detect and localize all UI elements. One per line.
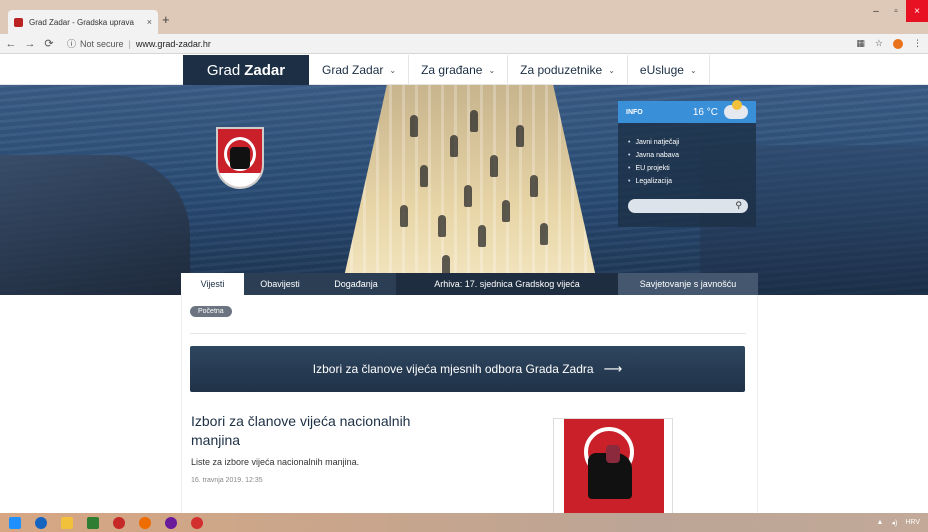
info-link[interactable]: Legalizacija: [628, 178, 756, 185]
divider: [190, 333, 746, 334]
forward-arrow-icon[interactable]: →: [22, 38, 38, 50]
menu-item-label: Grad Zadar: [322, 63, 384, 77]
election-banner[interactable]: Izbori za članove vijeća mjesnih odbora …: [190, 346, 745, 392]
web-page: Grad Zadar Grad Zadar ⌄ Za građane ⌄ Za …: [0, 55, 928, 513]
info-link[interactable]: Javni natječaji: [628, 139, 756, 146]
tab-vijesti[interactable]: Vijesti: [181, 273, 244, 295]
close-window-button[interactable]: ×: [906, 0, 928, 22]
menu-item-za-poduzetnike[interactable]: Za poduzetnike ⌄: [508, 55, 628, 85]
chevron-down-icon: ⌄: [488, 65, 496, 75]
temperature: 16 °C: [692, 106, 718, 118]
browser-toolbar-right: ▦ ☆ ⋮: [856, 38, 922, 49]
chevron-down-icon: ⌄: [689, 65, 697, 75]
info-icon[interactable]: ⓘ: [67, 37, 76, 50]
translate-icon[interactable]: ▦: [856, 38, 865, 49]
news-tabs: Vijesti Obavijesti Događanja Arhiva: 17.…: [181, 273, 758, 295]
tab-arhiva[interactable]: Arhiva: 17. sjednica Gradskog vijeća: [396, 273, 618, 295]
site-brand[interactable]: Grad Zadar: [183, 55, 309, 85]
tab-obavijesti[interactable]: Obavijesti: [244, 273, 316, 295]
article-title[interactable]: Izbori za članove vijeća nacionalnih man…: [191, 412, 431, 450]
info-link[interactable]: EU projekti: [628, 165, 756, 172]
hero-image: INFO 16 °C Javni natječaji Javna nabava …: [0, 85, 928, 295]
article-image-coat-of-arms[interactable]: [553, 418, 673, 513]
extension-icon[interactable]: [893, 38, 903, 49]
edge-icon[interactable]: [30, 515, 52, 530]
tab-title: Grad Zadar - Gradska uprava: [29, 17, 134, 27]
menu-item-za-gradane[interactable]: Za građane ⌄: [409, 55, 509, 85]
site-search-input[interactable]: ⚲: [628, 199, 748, 213]
coat-of-arms-logo[interactable]: [216, 127, 264, 189]
arrow-right-icon: ⟶: [603, 361, 623, 376]
menu-dots-icon[interactable]: ⋮: [913, 38, 922, 49]
volume-icon[interactable]: ◂): [891, 519, 897, 527]
site-favicon-icon: [14, 17, 23, 27]
article-summary: Liste za izbore vijeća nacionalnih manji…: [191, 457, 360, 467]
banner-text: Izbori za članove vijeća mjesnih odbora …: [312, 362, 594, 376]
menu-item-label: Za poduzetnike: [520, 63, 603, 77]
menu-item-label: Za građane: [421, 63, 483, 77]
bookmark-star-icon[interactable]: ☆: [875, 38, 883, 49]
main-content: Početna Izbori za članove vijeća mjesnih…: [181, 295, 758, 513]
network-icon[interactable]: ▲: [877, 519, 884, 526]
menu-item-eusluge[interactable]: eUsluge ⌄: [628, 55, 710, 85]
brand-bold: Zadar: [244, 61, 286, 79]
app-icon[interactable]: [134, 515, 156, 530]
search-icon[interactable]: ⚲: [735, 200, 742, 211]
article-date: 16. travnja 2019. 12:35: [191, 477, 263, 484]
file-explorer-icon[interactable]: [56, 515, 78, 530]
opera-icon[interactable]: [108, 515, 130, 530]
store-icon[interactable]: [82, 515, 104, 530]
chrome-alt-icon[interactable]: [160, 515, 182, 530]
windows-start-icon[interactable]: [4, 515, 26, 530]
crowd-illustration: [380, 105, 560, 277]
info-link[interactable]: Javna nabava: [628, 152, 756, 159]
menu-item-label: eUsluge: [639, 63, 684, 77]
window-controls: – ▫ ×: [866, 0, 928, 22]
menu-item-grad-zadar[interactable]: Grad Zadar ⌄: [310, 55, 410, 85]
maximize-button[interactable]: ▫: [886, 0, 906, 22]
minimize-button[interactable]: –: [866, 0, 886, 22]
system-tray: ▲ ◂) HRV: [877, 519, 920, 527]
windows-taskbar: ▲ ◂) HRV: [0, 513, 928, 532]
tab-dogadanja[interactable]: Događanja: [316, 273, 396, 295]
weather-cloud-sun-icon: [724, 100, 748, 119]
chevron-down-icon: ⌄: [389, 65, 397, 75]
browser-tab[interactable]: Grad Zadar - Gradska uprava ×: [8, 10, 158, 34]
url-field[interactable]: ⓘ Not secure | www.grad-zadar.hr: [67, 37, 211, 50]
chevron-down-icon: ⌄: [608, 65, 615, 75]
info-header: INFO 16 °C: [618, 100, 756, 123]
security-label: Not secure: [80, 38, 124, 49]
info-links: Javni natječaji Javna nabava EU projekti…: [618, 123, 756, 185]
breadcrumb[interactable]: Početna: [190, 306, 232, 317]
main-menu: Grad Zadar ⌄ Za građane ⌄ Za poduzetnike…: [310, 55, 710, 85]
info-title: INFO: [626, 108, 643, 116]
reload-icon[interactable]: ⟳: [41, 37, 57, 50]
url-host[interactable]: www.grad-zadar.hr: [136, 39, 211, 49]
browser-tab-bar: Grad Zadar - Gradska uprava × + – ▫ ×: [0, 0, 928, 34]
tab-close-icon[interactable]: ×: [147, 17, 152, 27]
new-tab-button[interactable]: +: [162, 12, 170, 27]
chrome-icon[interactable]: [186, 515, 208, 530]
tab-savjetovanje[interactable]: Savjetovanje s javnošću: [618, 273, 758, 295]
language-indicator[interactable]: HRV: [905, 519, 920, 526]
url-separator: |: [128, 38, 131, 49]
address-bar: ← → ⟳ ⓘ Not secure | www.grad-zadar.hr ▦…: [0, 34, 928, 54]
info-panel: INFO 16 °C Javni natječaji Javna nabava …: [618, 100, 756, 227]
brand-light: Grad: [206, 61, 241, 79]
boat-silhouette: [0, 155, 190, 295]
site-navigation: Grad Zadar Grad Zadar ⌄ Za građane ⌄ Za …: [0, 55, 928, 85]
back-arrow-icon[interactable]: ←: [3, 38, 19, 50]
